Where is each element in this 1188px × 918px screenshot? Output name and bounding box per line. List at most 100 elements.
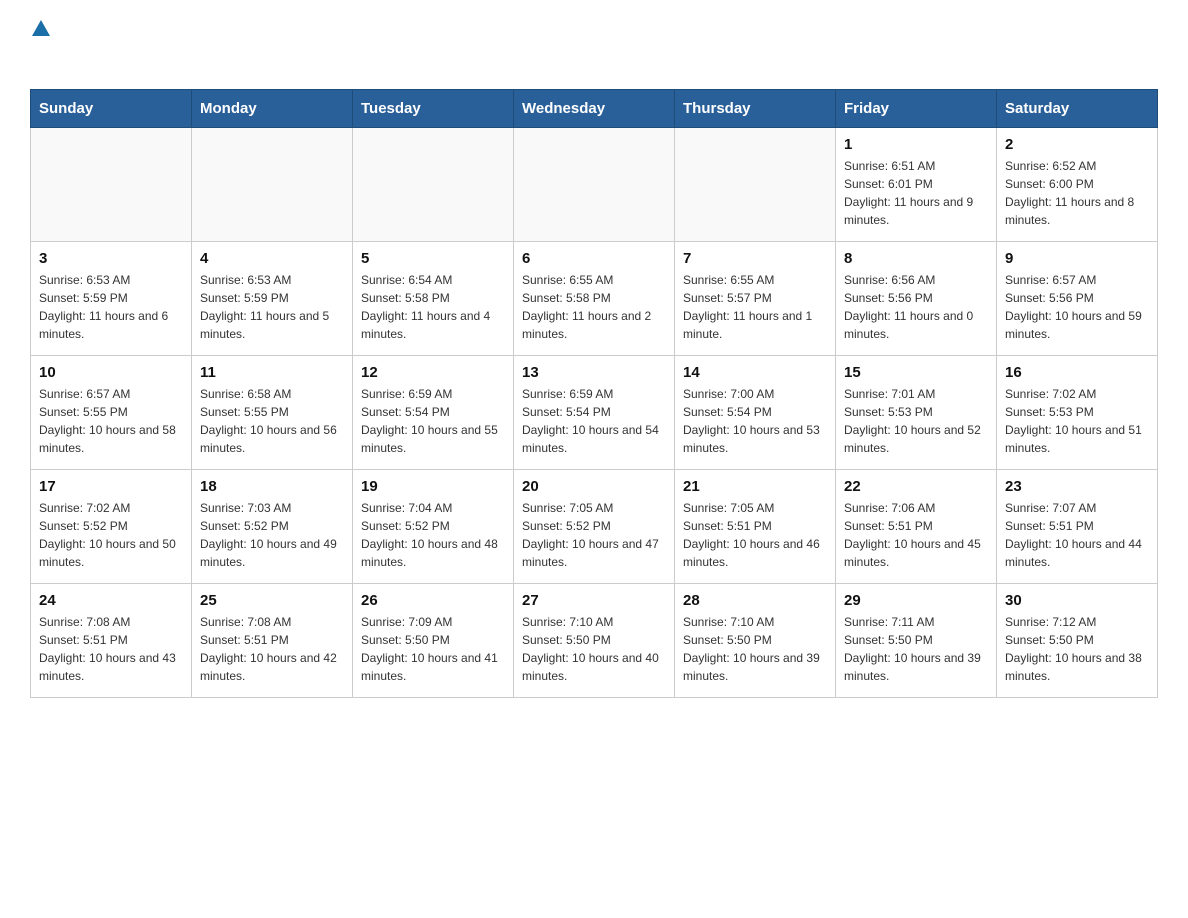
day-number: 25: [200, 592, 344, 609]
calendar-cell: 29Sunrise: 7:11 AMSunset: 5:50 PMDayligh…: [836, 584, 997, 698]
day-number: 12: [361, 364, 505, 381]
day-number: 26: [361, 592, 505, 609]
day-info: Sunrise: 7:06 AMSunset: 5:51 PMDaylight:…: [844, 499, 988, 571]
day-info: Sunrise: 7:10 AMSunset: 5:50 PMDaylight:…: [522, 613, 666, 685]
day-number: 27: [522, 592, 666, 609]
calendar-cell: 2 Sunrise: 6:52 AMSunset: 6:00 PMDaylight…: [997, 128, 1158, 242]
day-info: Sunrise: 7:08 AMSunset: 5:51 PMDaylight:…: [39, 613, 183, 685]
day-info: Sunrise: 7:00 AMSunset: 5:54 PMDaylight:…: [683, 385, 827, 457]
day-number: 3: [39, 250, 183, 267]
calendar-cell: 21 Sunrise: 7:05 AMSunset: 5:51 PMDayligh…: [675, 470, 836, 584]
calendar-table: SundayMondayTuesdayWednesdayThursdayFrid…: [30, 89, 1158, 698]
weekday-header-friday: Friday: [836, 90, 997, 128]
day-number: 19: [361, 478, 505, 495]
weekday-header-monday: Monday: [192, 90, 353, 128]
calendar-cell: 12 Sunrise: 6:59 AMSunset: 5:54 PMDayligh…: [353, 356, 514, 470]
day-info: Sunrise: 7:09 AMSunset: 5:50 PMDaylight:…: [361, 613, 505, 685]
calendar-cell: 24 Sunrise: 7:08 AMSunset: 5:51 PMDayligh…: [31, 584, 192, 698]
day-info: Sunrise: 6:53 AMSunset: 5:59 PMDaylight:…: [39, 271, 183, 343]
calendar-cell: 5 Sunrise: 6:54 AMSunset: 5:58 PMDaylight…: [353, 242, 514, 356]
day-number: 6: [522, 250, 666, 267]
calendar-cell: 20 Sunrise: 7:05 AMSunset: 5:52 PMDayligh…: [514, 470, 675, 584]
day-number: 18: [200, 478, 344, 495]
day-info: Sunrise: 6:57 AMSunset: 5:56 PMDaylight:…: [1005, 271, 1149, 343]
day-info: Sunrise: 7:11 AMSunset: 5:50 PMDaylight:…: [844, 613, 988, 685]
weekday-header-sunday: Sunday: [31, 90, 192, 128]
day-number: 24: [39, 592, 183, 609]
day-info: Sunrise: 6:57 AMSunset: 5:55 PMDaylight:…: [39, 385, 183, 457]
calendar-cell: 11Sunrise: 6:58 AMSunset: 5:55 PMDayligh…: [192, 356, 353, 470]
calendar-cell: [675, 128, 836, 242]
day-number: 17: [39, 478, 183, 495]
calendar-cell: 16 Sunrise: 7:02 AMSunset: 5:53 PMDayligh…: [997, 356, 1158, 470]
day-info: Sunrise: 7:02 AMSunset: 5:52 PMDaylight:…: [39, 499, 183, 571]
logo: [30, 20, 50, 69]
day-number: 22: [844, 478, 988, 495]
day-number: 14: [683, 364, 827, 381]
day-number: 13: [522, 364, 666, 381]
day-number: 21: [683, 478, 827, 495]
day-info: Sunrise: 6:59 AMSunset: 5:54 PMDaylight:…: [522, 385, 666, 457]
day-info: Sunrise: 7:10 AMSunset: 5:50 PMDaylight:…: [683, 613, 827, 685]
calendar-cell: 14 Sunrise: 7:00 AMSunset: 5:54 PMDayligh…: [675, 356, 836, 470]
day-number: 30: [1005, 592, 1149, 609]
calendar-cell: 25 Sunrise: 7:08 AMSunset: 5:51 PMDayligh…: [192, 584, 353, 698]
day-number: 7: [683, 250, 827, 267]
day-info: Sunrise: 7:08 AMSunset: 5:51 PMDaylight:…: [200, 613, 344, 685]
calendar-cell: 6 Sunrise: 6:55 AMSunset: 5:58 PMDaylight…: [514, 242, 675, 356]
day-info: Sunrise: 7:05 AMSunset: 5:51 PMDaylight:…: [683, 499, 827, 571]
day-info: Sunrise: 6:52 AMSunset: 6:00 PMDaylight:…: [1005, 157, 1149, 229]
calendar-week-row: 17 Sunrise: 7:02 AMSunset: 5:52 PMDayligh…: [31, 470, 1158, 584]
day-info: Sunrise: 7:02 AMSunset: 5:53 PMDaylight:…: [1005, 385, 1149, 457]
calendar-cell: 8 Sunrise: 6:56 AMSunset: 5:56 PMDaylight…: [836, 242, 997, 356]
calendar-cell: 26 Sunrise: 7:09 AMSunset: 5:50 PMDayligh…: [353, 584, 514, 698]
calendar-week-row: 3 Sunrise: 6:53 AMSunset: 5:59 PMDaylight…: [31, 242, 1158, 356]
day-info: Sunrise: 6:55 AMSunset: 5:58 PMDaylight:…: [522, 271, 666, 343]
calendar-cell: 10Sunrise: 6:57 AMSunset: 5:55 PMDayligh…: [31, 356, 192, 470]
calendar-cell: 4 Sunrise: 6:53 AMSunset: 5:59 PMDaylight…: [192, 242, 353, 356]
day-info: Sunrise: 7:12 AMSunset: 5:50 PMDaylight:…: [1005, 613, 1149, 685]
calendar-week-row: 10Sunrise: 6:57 AMSunset: 5:55 PMDayligh…: [31, 356, 1158, 470]
calendar-cell: [31, 128, 192, 242]
day-info: Sunrise: 7:01 AMSunset: 5:53 PMDaylight:…: [844, 385, 988, 457]
calendar-cell: 7 Sunrise: 6:55 AMSunset: 5:57 PMDaylight…: [675, 242, 836, 356]
calendar-cell: [514, 128, 675, 242]
calendar-cell: 3 Sunrise: 6:53 AMSunset: 5:59 PMDaylight…: [31, 242, 192, 356]
day-info: Sunrise: 7:04 AMSunset: 5:52 PMDaylight:…: [361, 499, 505, 571]
day-info: Sunrise: 6:59 AMSunset: 5:54 PMDaylight:…: [361, 385, 505, 457]
day-info: Sunrise: 7:05 AMSunset: 5:52 PMDaylight:…: [522, 499, 666, 571]
day-info: Sunrise: 6:53 AMSunset: 5:59 PMDaylight:…: [200, 271, 344, 343]
day-number: 20: [522, 478, 666, 495]
day-number: 4: [200, 250, 344, 267]
day-number: 15: [844, 364, 988, 381]
calendar-cell: 18 Sunrise: 7:03 AMSunset: 5:52 PMDayligh…: [192, 470, 353, 584]
page-header: [30, 20, 1158, 69]
day-number: 5: [361, 250, 505, 267]
calendar-cell: 15 Sunrise: 7:01 AMSunset: 5:53 PMDayligh…: [836, 356, 997, 470]
day-info: Sunrise: 7:07 AMSunset: 5:51 PMDaylight:…: [1005, 499, 1149, 571]
day-info: Sunrise: 6:51 AMSunset: 6:01 PMDaylight:…: [844, 157, 988, 229]
logo-arrow-icon: [32, 20, 50, 36]
calendar-cell: 19 Sunrise: 7:04 AMSunset: 5:52 PMDayligh…: [353, 470, 514, 584]
day-number: 2: [1005, 136, 1149, 153]
calendar-week-row: 24 Sunrise: 7:08 AMSunset: 5:51 PMDayligh…: [31, 584, 1158, 698]
day-info: Sunrise: 6:56 AMSunset: 5:56 PMDaylight:…: [844, 271, 988, 343]
calendar-cell: 30 Sunrise: 7:12 AMSunset: 5:50 PMDayligh…: [997, 584, 1158, 698]
calendar-week-row: 1Sunrise: 6:51 AMSunset: 6:01 PMDaylight…: [31, 128, 1158, 242]
calendar-cell: [192, 128, 353, 242]
weekday-header-thursday: Thursday: [675, 90, 836, 128]
calendar-cell: 1Sunrise: 6:51 AMSunset: 6:01 PMDaylight…: [836, 128, 997, 242]
calendar-cell: 23Sunrise: 7:07 AMSunset: 5:51 PMDayligh…: [997, 470, 1158, 584]
day-info: Sunrise: 7:03 AMSunset: 5:52 PMDaylight:…: [200, 499, 344, 571]
weekday-header-row: SundayMondayTuesdayWednesdayThursdayFrid…: [31, 90, 1158, 128]
calendar-cell: 27 Sunrise: 7:10 AMSunset: 5:50 PMDayligh…: [514, 584, 675, 698]
calendar-cell: 22 Sunrise: 7:06 AMSunset: 5:51 PMDayligh…: [836, 470, 997, 584]
day-number: 16: [1005, 364, 1149, 381]
calendar-cell: 17 Sunrise: 7:02 AMSunset: 5:52 PMDayligh…: [31, 470, 192, 584]
day-number: 9: [1005, 250, 1149, 267]
weekday-header-saturday: Saturday: [997, 90, 1158, 128]
day-info: Sunrise: 6:55 AMSunset: 5:57 PMDaylight:…: [683, 271, 827, 343]
weekday-header-tuesday: Tuesday: [353, 90, 514, 128]
day-info: Sunrise: 6:54 AMSunset: 5:58 PMDaylight:…: [361, 271, 505, 343]
day-number: 8: [844, 250, 988, 267]
